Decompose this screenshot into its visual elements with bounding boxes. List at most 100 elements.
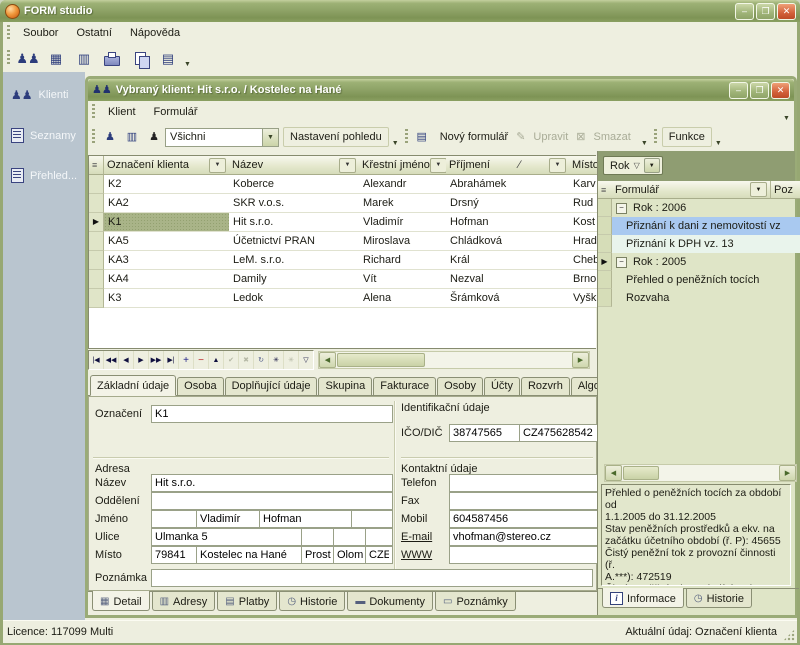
cell[interactable]: Ledok	[229, 289, 360, 308]
band1-overflow-chevron[interactable]: ▼	[390, 125, 401, 149]
calculator-button[interactable]: ▦	[43, 46, 69, 70]
new-client-button[interactable]: ♟	[100, 125, 120, 149]
band2-grip[interactable]	[405, 129, 408, 145]
cell[interactable]: Cheb	[569, 251, 600, 270]
collapse-icon[interactable]: −	[616, 257, 627, 268]
column-dropdown-icon[interactable]: ▼	[209, 158, 226, 173]
oznaceni-field[interactable]	[151, 405, 393, 423]
nav-bookmark-button[interactable]: ✳	[269, 351, 284, 369]
cell[interactable]: KA3	[104, 251, 230, 270]
sidebar-item-prehled[interactable]: Přehled...	[11, 168, 77, 183]
tab-adresy[interactable]: ▥Adresy	[152, 592, 216, 611]
tab-fakturace[interactable]: Fakturace	[373, 377, 436, 395]
tab-detail[interactable]: ▦Detail	[92, 591, 150, 611]
nav-prior-page-button[interactable]: ◀◀	[104, 351, 119, 369]
cell[interactable]: Alexandr	[359, 175, 447, 194]
tab-rozvrh[interactable]: Rozvrh	[521, 377, 570, 395]
tab-historie-forms[interactable]: ◷Historie	[686, 589, 752, 608]
menu-grip[interactable]	[7, 25, 10, 41]
nazev-field[interactable]	[151, 474, 393, 492]
ulice-field[interactable]	[151, 528, 303, 546]
client-menu-overflow-chevron[interactable]: ▼	[781, 100, 792, 124]
column-dropdown-icon[interactable]: ▼	[750, 182, 767, 197]
scrollbar-thumb[interactable]	[623, 466, 659, 480]
column-dropdown-icon[interactable]: ▼	[549, 158, 566, 173]
maximize-button[interactable]: ❐	[756, 3, 775, 20]
resize-grip[interactable]	[783, 629, 795, 641]
email-field[interactable]	[449, 528, 599, 546]
tree-horizontal-scrollbar[interactable]: ◀ ▶	[604, 464, 797, 482]
cell[interactable]: Hrad	[569, 232, 600, 251]
close-button[interactable]: ✕	[777, 3, 796, 20]
column-header-nazev[interactable]: Název▼	[229, 156, 360, 175]
email-link-label[interactable]: E-mail	[401, 531, 432, 543]
tab-historie[interactable]: ◷Historie	[279, 592, 345, 611]
tab-dokumenty[interactable]: ▬Dokumenty	[347, 592, 433, 611]
column-header-prijmeni[interactable]: Příjmení∕▼	[446, 156, 570, 175]
www-link-label[interactable]: WWW	[401, 549, 432, 561]
cell[interactable]: Brno	[569, 270, 600, 289]
cell[interactable]: Vít	[359, 270, 447, 289]
nav-delete-button[interactable]: −	[194, 351, 209, 369]
cell[interactable]: Abrahámek	[446, 175, 570, 194]
print-button[interactable]	[99, 46, 125, 70]
column-dropdown-icon[interactable]: ▼	[430, 158, 447, 173]
cell[interactable]: KA4	[104, 270, 230, 289]
www-field[interactable]	[449, 546, 599, 564]
titul2-field[interactable]	[351, 510, 393, 528]
client-close-button[interactable]: ✕	[771, 82, 790, 99]
client-toolbar-grip[interactable]	[92, 129, 95, 145]
nav-filter-button[interactable]: ▽	[299, 351, 313, 369]
new-form-button[interactable]: Nový formulář	[433, 127, 515, 147]
psc-field[interactable]	[151, 546, 198, 564]
cell[interactable]: KA2	[104, 194, 230, 213]
client-card-button[interactable]: ▥	[122, 125, 142, 149]
nav-prior-button[interactable]: ◀	[119, 351, 134, 369]
menu-ostatni[interactable]: Ostatní	[67, 24, 120, 42]
cell[interactable]: Hofman	[446, 213, 570, 232]
nav-next-page-button[interactable]: ▶▶	[149, 351, 164, 369]
tree-group-row[interactable]: −Rok : 2006	[616, 199, 795, 217]
grid-horizontal-scrollbar[interactable]: ◀ ▶	[318, 351, 590, 369]
cell[interactable]: Rud	[569, 194, 600, 213]
scroll-right-icon[interactable]: ▶	[572, 352, 589, 368]
tab-poznamky[interactable]: ▭Poznámky	[435, 592, 516, 611]
tab-osoba[interactable]: Osoba	[177, 377, 223, 395]
band3-grip[interactable]	[654, 129, 657, 145]
cell[interactable]: K2	[104, 175, 230, 194]
nav-first-button[interactable]: |◀	[89, 351, 104, 369]
cell[interactable]: Richard	[359, 251, 447, 270]
cell[interactable]: Král	[446, 251, 570, 270]
tab-informace[interactable]: iInformace	[602, 588, 684, 608]
menu-napoveda[interactable]: Nápověda	[121, 24, 189, 42]
tree-item-selected[interactable]: Přiznání k dani z nemovitostí vz	[612, 217, 800, 235]
scrollbar-thumb[interactable]	[337, 353, 425, 367]
cell[interactable]: Účetnictví PRAN	[229, 232, 360, 251]
tab-ucty[interactable]: Účty	[484, 377, 520, 395]
titul-field[interactable]	[151, 510, 198, 528]
jmeno-field[interactable]	[196, 510, 261, 528]
reports-button[interactable]: ▤	[155, 46, 181, 70]
toolbar-overflow-chevron[interactable]: ▼	[182, 46, 193, 70]
clients-button[interactable]: ♟♟	[15, 46, 41, 70]
delete-client-button[interactable]: ♟	[144, 125, 164, 149]
collapse-icon[interactable]: −	[616, 203, 627, 214]
tree-item[interactable]: Přiznání k DPH vz. 13	[612, 235, 800, 253]
tab-doplnujici-udaje[interactable]: Doplňující údaje	[225, 377, 318, 395]
fax-field[interactable]	[449, 492, 599, 510]
tab-zakladni-udaje[interactable]: Základní údaje	[90, 375, 176, 396]
cell[interactable]: SKR v.o.s.	[229, 194, 360, 213]
band3-overflow-chevron[interactable]: ▼	[713, 125, 724, 149]
nav-last-button[interactable]: ▶|	[164, 351, 179, 369]
minimize-button[interactable]: –	[735, 3, 754, 20]
cell[interactable]: LeM. s.r.o.	[229, 251, 360, 270]
column-dropdown-icon[interactable]: ▼	[339, 158, 356, 173]
cell[interactable]: Alena	[359, 289, 447, 308]
cell[interactable]: Šrámková	[446, 289, 570, 308]
nav-refresh-button[interactable]: ↻	[254, 351, 269, 369]
cell[interactable]: Vyšk	[569, 289, 600, 308]
copy-button[interactable]	[127, 46, 153, 70]
scroll-left-icon[interactable]: ◀	[605, 465, 622, 481]
cell[interactable]: Hit s.r.o.	[229, 213, 360, 232]
ulice-co-field[interactable]	[333, 528, 367, 546]
